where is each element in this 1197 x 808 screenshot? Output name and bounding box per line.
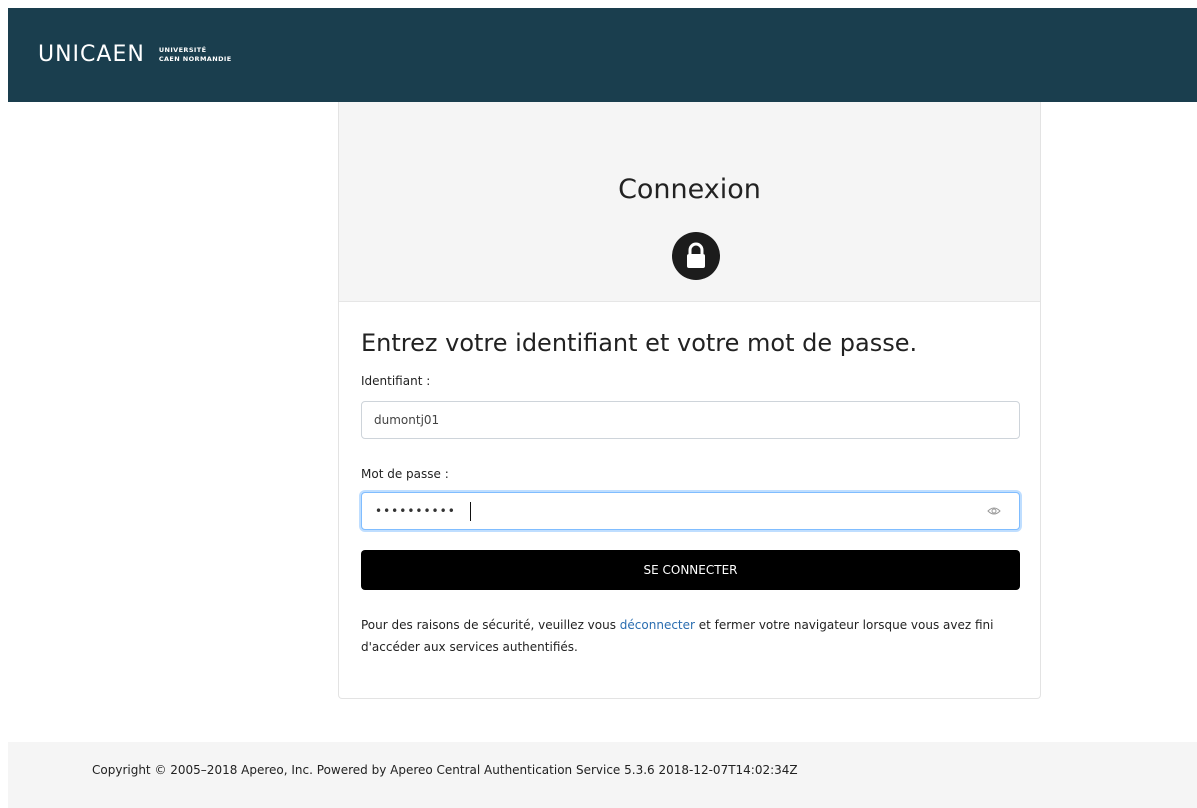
login-card: Connexion Entrez votre identifiant et vo…	[338, 102, 1041, 699]
security-notice: Pour des raisons de sécurité, veuillez v…	[361, 614, 1021, 658]
username-input[interactable]: dumontj01	[361, 401, 1020, 439]
password-value: ••••••••••	[375, 504, 456, 518]
password-label: Mot de passe :	[361, 467, 449, 481]
login-title: Connexion	[618, 174, 761, 205]
login-submit-button[interactable]: SE CONNECTER	[361, 550, 1020, 590]
login-card-header: Connexion	[339, 102, 1040, 302]
lock-icon	[672, 232, 720, 280]
logo-line-1: UNIVERSITÉ	[158, 46, 207, 54]
username-label: Identifiant :	[361, 374, 431, 388]
site-header: UNICAEN UNIVERSITÉ CAEN NORMANDIE	[8, 8, 1197, 102]
password-input[interactable]: ••••••••••	[361, 492, 1020, 530]
logo-line-2: CAEN NORMANDIE	[158, 55, 232, 63]
logout-link[interactable]: déconnecter	[620, 618, 695, 632]
logo-subtitle: UNIVERSITÉ CAEN NORMANDIE	[159, 46, 232, 64]
login-instructions: Entrez votre identifiant et votre mot de…	[361, 329, 918, 357]
copyright-text: Copyright © 2005–2018 Apereo, Inc. Power…	[92, 763, 798, 777]
text-caret	[470, 502, 471, 521]
notice-text-before: Pour des raisons de sécurité, veuillez v…	[361, 618, 620, 632]
unicaen-logo[interactable]: UNICAEN UNIVERSITÉ CAEN NORMANDIE	[38, 37, 232, 73]
logo-mark: UNICAEN	[38, 42, 145, 67]
eye-icon[interactable]	[987, 505, 1001, 517]
site-footer: Copyright © 2005–2018 Apereo, Inc. Power…	[8, 742, 1197, 808]
